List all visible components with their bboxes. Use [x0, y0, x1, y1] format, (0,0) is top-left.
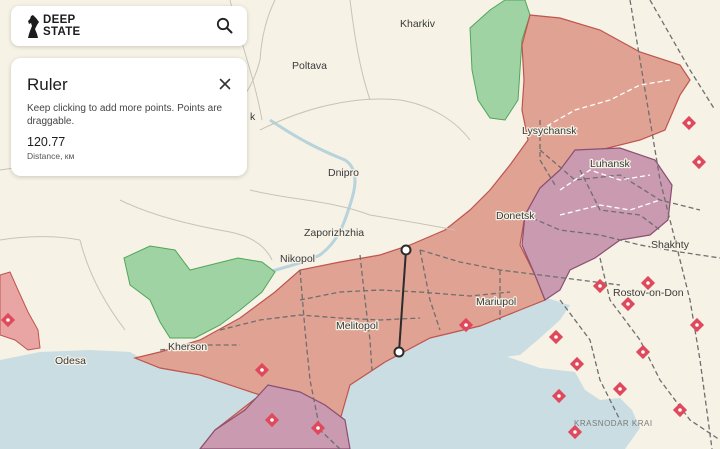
- city-label-melitopol: Melitopol: [336, 320, 378, 332]
- city-label-dnipro: Dnipro: [328, 167, 359, 179]
- city-label-kherson: Kherson: [168, 341, 207, 353]
- city-label-luhansk: Luhansk: [590, 158, 630, 170]
- city-label-partial: k: [250, 111, 256, 123]
- city-label-kharkiv: Kharkiv: [400, 18, 436, 30]
- logo-search-card: DEEP STATE: [11, 6, 247, 46]
- logo-line-2: STATE: [43, 26, 81, 38]
- city-label-odesa: Odesa: [55, 355, 86, 367]
- ruler-panel: Ruler Keep clicking to add more points. …: [11, 58, 247, 176]
- city-label-nikopol: Nikopol: [280, 253, 315, 265]
- ruler-point-start[interactable]: [400, 244, 412, 256]
- close-icon[interactable]: [217, 76, 233, 92]
- city-label-lysychansk: Lysychansk: [522, 125, 577, 137]
- knight-logo-icon: [28, 15, 39, 38]
- city-label-shakhty: Shakhty: [651, 239, 690, 251]
- city-label-mariupol: Mariupol: [476, 296, 516, 308]
- app-logo[interactable]: DEEP STATE: [43, 14, 81, 38]
- ruler-hint: Keep clicking to add more points. Points…: [27, 103, 223, 127]
- city-label-poltava: Poltava: [292, 60, 327, 72]
- ruler-title: Ruler: [27, 75, 68, 94]
- search-icon[interactable]: [213, 14, 237, 38]
- city-label-zaporizhzhia: Zaporizhzhia: [304, 227, 364, 239]
- region-label-krasnodar: KRASNODAR KRAI: [574, 419, 653, 428]
- city-label-rostov: Rostov-on-Don: [613, 287, 684, 299]
- city-label-donetsk: Donetsk: [496, 210, 535, 222]
- ruler-distance-label: Distance, км: [27, 151, 75, 161]
- logo-line-1: DEEP: [43, 14, 76, 26]
- ruler-distance-value: 120.77: [27, 135, 66, 149]
- ruler-point-end[interactable]: [393, 346, 405, 358]
